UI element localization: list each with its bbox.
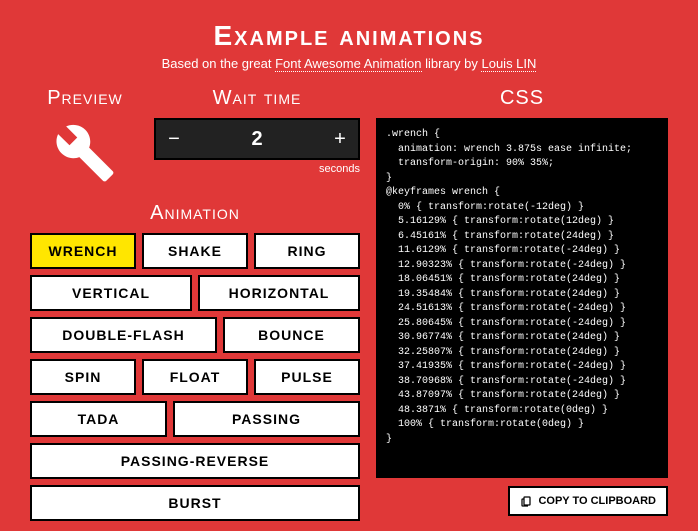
css-label: CSS (376, 87, 668, 110)
preview-label: Preview (30, 87, 140, 110)
copy-label: COPY TO CLIPBOARD (538, 495, 656, 507)
wait-stepper: − 2 + (154, 118, 360, 160)
animation-float[interactable]: FLOAT (142, 359, 248, 395)
animation-wrench[interactable]: WRENCH (30, 233, 136, 269)
animation-spin[interactable]: SPIN (30, 359, 136, 395)
wait-increment[interactable]: + (322, 120, 358, 158)
author-link[interactable]: Louis LIN (481, 56, 536, 72)
subtitle: Based on the great Font Awesome Animatio… (30, 56, 668, 71)
animation-grid: WRENCHSHAKERING VERTICALHORIZONTAL DOUBLE-… (30, 233, 360, 521)
lib-link[interactable]: Font Awesome Animation (275, 56, 421, 72)
animation-horizontal[interactable]: HORIZONTAL (198, 275, 360, 311)
wait-value: 2 (192, 120, 322, 158)
animation-passing[interactable]: PASSING (173, 401, 360, 437)
animation-vertical[interactable]: VERTICAL (30, 275, 192, 311)
preview-area (30, 118, 140, 184)
wait-decrement[interactable]: − (156, 120, 192, 158)
copy-button[interactable]: COPY TO CLIPBOARD (508, 486, 668, 516)
animation-burst[interactable]: BURST (30, 485, 360, 521)
animation-tada[interactable]: TADA (30, 401, 167, 437)
animation-bounce[interactable]: BOUNCE (223, 317, 360, 353)
wait-label: Wait time (154, 87, 360, 110)
css-output: .wrench { animation: wrench 3.875s ease … (376, 118, 668, 478)
clipboard-icon (520, 494, 532, 508)
animation-shake[interactable]: SHAKE (142, 233, 248, 269)
animation-double-flash[interactable]: DOUBLE-FLASH (30, 317, 217, 353)
animation-label: Animation (30, 202, 360, 225)
wrench-icon (54, 122, 116, 184)
animation-pulse[interactable]: PULSE (254, 359, 360, 395)
page-title: Example animations (30, 20, 668, 52)
wait-unit: seconds (154, 163, 360, 175)
animation-ring[interactable]: RING (254, 233, 360, 269)
animation-passing-reverse[interactable]: PASSING-REVERSE (30, 443, 360, 479)
